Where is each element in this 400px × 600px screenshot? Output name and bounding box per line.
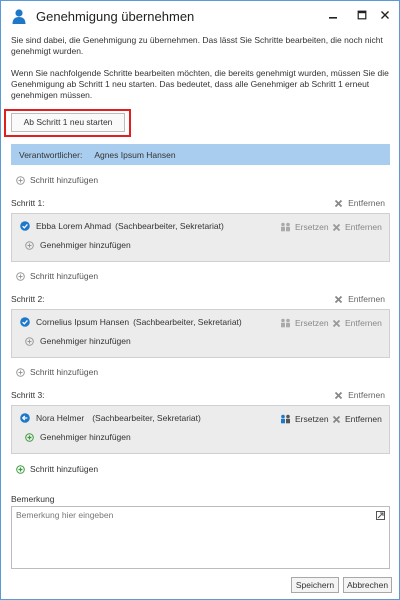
remove-step-1-button[interactable]: Entfernen (334, 198, 385, 208)
approver-name: Ebba Lorem Ahmad (36, 221, 112, 231)
step-3-header: Schritt 3: Entfernen (11, 390, 390, 402)
step-2-box: Cornelius Ipsum Hansen (Sachbearbeiter, … (11, 309, 390, 358)
approver-row: Ebba Lorem Ahmad (Sachbearbeiter, Sekret… (20, 221, 224, 231)
approver-role: (Sachbearbeiter, Sekretariat) (133, 317, 242, 327)
remark-field[interactable] (12, 507, 389, 568)
remove-label: Entfernen (348, 294, 385, 304)
remove-label: Entfernen (348, 390, 385, 400)
plus-circle-green-icon (25, 432, 34, 442)
responsible-name: Agnes Ipsum Hansen (94, 149, 176, 160)
window-title: Genehmigung übernehmen (36, 9, 195, 24)
add-approver-label: Genehmiger hinzufügen (40, 336, 131, 346)
remove-step-3-button[interactable]: Entfernen (334, 390, 385, 400)
add-approver-label: Genehmiger hinzufügen (40, 240, 131, 250)
step-1-title: Schritt 1: (11, 198, 45, 208)
add-step-label: Schritt hinzufügen (30, 175, 99, 185)
remove-label: Entfernen (348, 198, 385, 208)
approver-row: Cornelius Ipsum Hansen (Sachbearbeiter, … (20, 317, 242, 327)
add-step-button[interactable]: Schritt hinzufügen (16, 464, 98, 474)
add-step-button[interactable]: Schritt hinzufügen (16, 175, 98, 185)
remove-label: Entfernen (345, 414, 382, 424)
restart-from-step-1-button[interactable]: Ab Schritt 1 neu starten (11, 113, 125, 132)
replace-label: Ersetzen (295, 318, 329, 328)
replace-users-icon (280, 414, 291, 424)
add-approver-label: Genehmiger hinzufügen (40, 432, 131, 442)
x-icon (334, 391, 343, 400)
responsible-bar: Verantwortlicher: Agnes Ipsum Hansen (11, 144, 390, 165)
step-3-title: Schritt 3: (11, 390, 45, 400)
step-1-header: Schritt 1: Entfernen (11, 198, 390, 210)
check-circle-icon (20, 221, 30, 231)
remark-label: Bemerkung (11, 494, 55, 504)
plus-circle-icon (25, 240, 34, 250)
responsible-label: Verantwortlicher: (19, 149, 83, 160)
approver-row: Nora Helmer (Sachbearbeiter, Sekretariat… (20, 413, 201, 423)
remove-approver-button[interactable]: Entfernen (332, 414, 382, 424)
intro-text: Sie sind dabei, die Genehmigung zu übern… (11, 35, 391, 112)
plus-circle-green-icon (16, 464, 25, 474)
plus-circle-icon (16, 271, 25, 281)
step-3-box: Nora Helmer (Sachbearbeiter, Sekretariat… (11, 405, 390, 454)
add-step-label: Schritt hinzufügen (30, 271, 99, 281)
add-approver-button[interactable]: Genehmiger hinzufügen (25, 336, 131, 346)
approver-name: Cornelius Ipsum Hansen (36, 317, 130, 327)
replace-users-icon (280, 318, 291, 328)
remark-field-container (11, 506, 390, 569)
step-1-box: Ebba Lorem Ahmad (Sachbearbeiter, Sekret… (11, 213, 390, 262)
replace-button[interactable]: Ersetzen (280, 222, 329, 232)
add-approver-button[interactable]: Genehmiger hinzufügen (25, 432, 131, 442)
cancel-button[interactable]: Abbrechen (343, 577, 392, 593)
maximize-icon[interactable] (353, 7, 371, 23)
plus-circle-icon (16, 367, 25, 377)
add-step-label: Schritt hinzufügen (30, 367, 99, 377)
step-2-title: Schritt 2: (11, 294, 45, 304)
add-step-label: Schritt hinzufügen (30, 464, 99, 474)
save-button[interactable]: Speichern (291, 577, 339, 593)
minimize-icon[interactable] (324, 7, 342, 23)
replace-button[interactable]: Ersetzen (280, 318, 329, 328)
add-step-button[interactable]: Schritt hinzufügen (16, 367, 98, 377)
plus-circle-icon (25, 336, 34, 346)
intro-paragraph-2: Wenn Sie nachfolgende Schritte bearbeite… (11, 68, 389, 100)
remove-label: Entfernen (345, 318, 382, 328)
step-2-header: Schritt 2: Entfernen (11, 294, 390, 306)
intro-paragraph-1: Sie sind dabei, die Genehmigung zu übern… (11, 35, 383, 56)
remove-approver-button[interactable]: Entfernen (332, 318, 382, 328)
expand-editor-icon[interactable] (376, 511, 385, 520)
plus-circle-icon (16, 175, 25, 185)
approver-name: Nora Helmer (36, 413, 85, 423)
replace-label: Ersetzen (295, 222, 329, 232)
x-icon (334, 295, 343, 304)
x-icon (334, 199, 343, 208)
check-circle-icon (20, 317, 30, 327)
replace-label: Ersetzen (295, 414, 329, 424)
replace-users-icon (280, 222, 291, 232)
dialog-window: Genehmigung übernehmen Sie sind dabei, d… (0, 0, 400, 600)
remove-approver-button[interactable]: Entfernen (332, 222, 382, 232)
add-step-button[interactable]: Schritt hinzufügen (16, 271, 98, 281)
x-icon (332, 223, 341, 232)
x-icon (332, 319, 341, 328)
arrow-left-circle-icon (20, 413, 30, 423)
remove-step-2-button[interactable]: Entfernen (334, 294, 385, 304)
x-icon (332, 415, 341, 424)
user-icon (11, 8, 27, 24)
close-icon[interactable] (376, 7, 394, 23)
approver-role: (Sachbearbeiter, Sekretariat) (92, 413, 201, 423)
title-bar: Genehmigung übernehmen (1, 1, 399, 31)
remove-label: Entfernen (345, 222, 382, 232)
add-approver-button[interactable]: Genehmiger hinzufügen (25, 240, 131, 250)
approver-role: (Sachbearbeiter, Sekretariat) (115, 221, 224, 231)
replace-button[interactable]: Ersetzen (280, 414, 329, 424)
